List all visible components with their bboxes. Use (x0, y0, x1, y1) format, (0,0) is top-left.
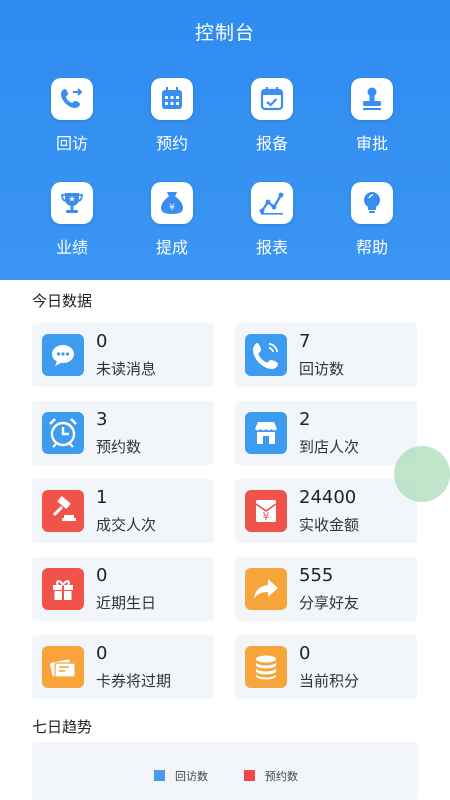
menu-item-performance[interactable]: 业绩 (22, 182, 122, 262)
stat-value: 24400 (299, 487, 357, 508)
menu-item-label: 审批 (355, 134, 388, 153)
stat-card-revenue[interactable]: ¥ 24400 实收金额 (235, 479, 417, 543)
stamp-icon (351, 78, 393, 120)
stat-label: 卡券将过期 (96, 672, 172, 690)
legend-label: 回访数 (175, 770, 208, 783)
stat-label: 回访数 (299, 360, 345, 378)
stat-card-unread[interactable]: 0 未读消息 (32, 323, 214, 387)
stat-card-callbacks[interactable]: 7 回访数 (235, 323, 417, 387)
legend-swatch (244, 770, 255, 781)
calendar-check-icon (251, 78, 293, 120)
stat-value: 0 (299, 643, 311, 664)
stat-label: 当前积分 (299, 672, 360, 690)
menu-item-label: 帮助 (355, 238, 388, 257)
phone-callback-icon (51, 78, 93, 120)
stat-card-deals[interactable]: 1 成交人次 (32, 479, 214, 543)
stat-label: 预约数 (96, 438, 142, 456)
legend-swatch (154, 770, 165, 781)
stat-value: 555 (299, 565, 334, 586)
lightbulb-icon (351, 182, 393, 224)
menu-item-approval[interactable]: 审批 (322, 78, 422, 158)
menu-item-label: 提成 (155, 238, 188, 257)
svg-text:¥: ¥ (263, 510, 270, 523)
stat-label: 近期生日 (96, 594, 157, 612)
legend-item-callbacks[interactable]: 回访数 (154, 768, 208, 784)
menu-item-reports[interactable]: 报表 (222, 182, 322, 262)
alarm-clock-icon (42, 412, 84, 454)
share-arrow-icon (245, 568, 287, 610)
menu-item-callback[interactable]: 回访 (22, 78, 122, 158)
menu-item-commission[interactable]: ¥ 提成 (122, 182, 222, 262)
chat-bubble-icon (42, 334, 84, 376)
legend-item-appointments[interactable]: 预约数 (244, 768, 298, 784)
stat-label: 未读消息 (96, 360, 157, 378)
trophy-icon (51, 182, 93, 224)
menu-item-label: 报备 (255, 134, 288, 153)
stat-label: 成交人次 (96, 516, 157, 534)
ticket-icon (42, 646, 84, 688)
floating-assistive-button[interactable] (394, 446, 450, 502)
stat-card-points[interactable]: 0 当前积分 (235, 635, 417, 699)
stat-label: 到店人次 (299, 438, 360, 456)
stat-label: 实收金额 (299, 516, 360, 534)
legend-label: 预约数 (265, 770, 298, 783)
dashboard-header: 控制台 回访 预约 报备 审批 业绩 ¥ 提成 报表 帮助 (0, 0, 450, 280)
stat-value: 1 (96, 487, 108, 508)
menu-item-label: 回访 (55, 134, 88, 153)
stat-card-birthdays[interactable]: 0 近期生日 (32, 557, 214, 621)
menu-item-label: 预约 (155, 134, 188, 153)
phone-icon (245, 334, 287, 376)
menu-item-appointment[interactable]: 预约 (122, 78, 222, 158)
calendar-icon (151, 78, 193, 120)
stat-card-expiring-coupons[interactable]: 0 卡券将过期 (32, 635, 214, 699)
stat-card-store-visits[interactable]: 2 到店人次 (235, 401, 417, 465)
stat-value: 0 (96, 643, 108, 664)
stat-value: 3 (96, 409, 108, 430)
today-section-title: 今日数据 (32, 292, 93, 310)
seven-day-trend-chart: 回访数 预约数 (32, 742, 418, 800)
money-bag-icon: ¥ (151, 182, 193, 224)
stat-card-appointments[interactable]: 3 预约数 (32, 401, 214, 465)
stat-value: 0 (96, 331, 108, 352)
line-chart-icon (251, 182, 293, 224)
stat-value: 7 (299, 331, 311, 352)
storefront-icon (245, 412, 287, 454)
coin-stack-icon (245, 646, 287, 688)
gift-icon (42, 568, 84, 610)
stat-card-shares[interactable]: 555 分享好友 (235, 557, 417, 621)
stat-label: 分享好友 (299, 594, 360, 612)
stat-value: 2 (299, 409, 311, 430)
svg-text:¥: ¥ (169, 203, 175, 213)
menu-item-label: 业绩 (55, 238, 88, 257)
menu-item-label: 报表 (255, 238, 288, 257)
menu-item-help[interactable]: 帮助 (322, 182, 422, 262)
gavel-icon (42, 490, 84, 532)
yen-icon: ¥ (245, 490, 287, 532)
page-title: 控制台 (194, 22, 255, 44)
trend-section-title: 七日趋势 (32, 718, 93, 736)
menu-item-report-filing[interactable]: 报备 (222, 78, 322, 158)
stat-value: 0 (96, 565, 108, 586)
